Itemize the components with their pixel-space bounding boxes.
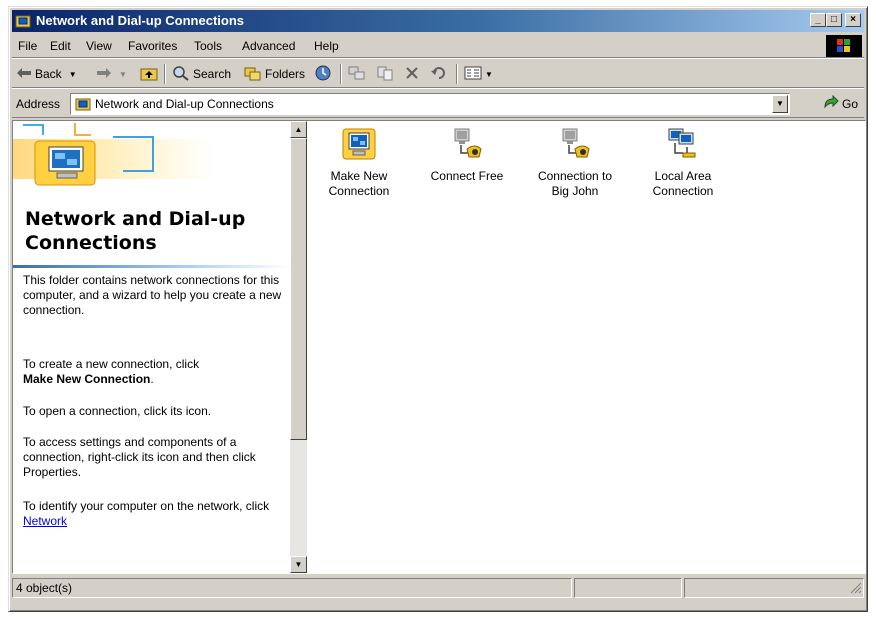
item-local-area-connection[interactable]: Local Area Connection [633,127,733,199]
menu-tools[interactable]: Tools [194,39,222,53]
up-folder-button[interactable] [140,64,158,84]
toolbar-separator [456,64,458,84]
copy-to-icon [376,65,394,84]
item-label-line2: Connection [652,184,714,198]
menu-advanced[interactable]: Advanced [242,39,295,53]
scroll-thumb[interactable] [290,138,307,440]
address-input[interactable]: Network and Dial-up Connections ▼ [70,93,790,115]
back-label: Back [35,67,62,81]
delete-icon [404,65,420,84]
chevron-down-icon: ▼ [119,69,127,79]
toolbar: Back ▼ ▼ Search Folders ▼ [12,60,864,88]
pane-open-hint: To open a connection, click its icon. [23,404,212,418]
go-button[interactable]: Go [823,94,858,112]
scroll-up-button[interactable]: ▲ [290,121,307,138]
dialup-connection-icon [562,128,590,158]
status-object-count: 4 object(s) [12,578,572,598]
address-label: Address [16,97,61,111]
pane-identify-hint: To identify your computer on the network… [23,499,285,529]
item-label-line1: Connect Free [430,169,504,183]
create-hint-period: . [150,372,154,386]
network-folder-icon [15,13,31,32]
menu-edit[interactable]: Edit [50,39,71,53]
history-button[interactable] [314,64,332,84]
title-bar[interactable]: Network and Dial-up Connections _ □ × [12,10,864,32]
content-area: Network and Dial-up Connections This fol… [12,120,866,574]
address-value: Network and Dial-up Connections [95,97,274,111]
address-dropdown-button[interactable]: ▼ [772,95,788,113]
make-new-connection-ref: Make New Connection [23,372,151,386]
back-arrow-icon [16,67,32,82]
create-hint-text: To create a new connection, click [23,357,200,371]
item-connection-big-john[interactable]: Connection to Big John [525,127,625,199]
explorer-window: Network and Dial-up Connections _ □ × Fi… [8,6,868,612]
forward-button[interactable]: ▼ [96,64,127,84]
views-icon [464,65,482,84]
network-folder-icon [75,96,91,115]
menu-favorites[interactable]: Favorites [128,39,177,53]
pane-properties-hint: To access settings and components of a c… [23,435,256,479]
chevron-down-icon: ▼ [68,69,77,79]
move-to-button[interactable] [348,64,366,84]
undo-button[interactable] [430,64,448,84]
close-button[interactable]: × [845,13,861,27]
pane-create-hint: To create a new connection, click Make N… [23,357,285,387]
search-icon [172,65,190,84]
menu-bar: File Edit View Favorites Tools Advanced … [12,34,864,58]
history-icon [314,64,332,85]
menu-view[interactable]: View [86,39,112,53]
scroll-down-button[interactable]: ▼ [290,556,307,573]
status-bar: 4 object(s) [12,577,864,599]
go-label: Go [841,96,858,111]
item-connect-free[interactable]: Connect Free [417,127,517,184]
connections-view: Make New Connection Connect Free Connect… [309,121,865,573]
folders-button[interactable]: Folders [244,64,305,84]
delete-button[interactable] [404,64,420,84]
go-arrow-icon [823,94,839,112]
up-folder-icon [140,65,158,84]
vertical-scrollbar[interactable]: ▲ ▼ [290,121,307,573]
status-panel-3 [684,578,864,598]
item-label-line2: Connection [328,184,390,198]
views-button[interactable]: ▼ [464,64,493,84]
menu-file[interactable]: File [18,39,37,53]
status-panel-2 [574,578,682,598]
menu-help[interactable]: Help [314,39,339,53]
item-label-line1: Connection to [537,169,613,183]
network-link[interactable]: Network [23,514,67,528]
item-label-line2: Big John [551,184,599,198]
maximize-button[interactable]: □ [826,13,842,27]
undo-icon [430,65,448,84]
item-label-line1: Local Area [654,169,712,183]
forward-arrow-icon [96,67,112,82]
item-label-line1: Make New [330,169,388,183]
move-to-icon [348,65,366,84]
make-new-connection-icon [342,128,376,160]
chevron-down-icon: ▼ [776,99,784,108]
toolbar-separator [340,64,342,84]
address-bar: Address Network and Dial-up Connections … [12,90,864,118]
pane-heading: Network and Dial-up Connections [25,208,246,254]
search-button[interactable]: Search [172,64,231,84]
copy-to-button[interactable] [376,64,394,84]
item-make-new-connection[interactable]: Make New Connection [309,127,409,199]
toolbar-separator [164,64,166,84]
window-title: Network and Dial-up Connections [36,13,245,28]
banner-graphic [13,121,290,201]
folders-label: Folders [265,67,306,81]
dialup-connection-icon [454,128,482,158]
info-pane: Network and Dial-up Connections This fol… [13,121,290,573]
identify-hint-text: To identify your computer on the network… [23,499,270,513]
search-label: Search [193,67,232,81]
folders-icon [244,65,262,84]
windows-logo-icon [826,35,862,57]
chevron-down-icon: ▼ [485,69,493,79]
back-button[interactable]: Back ▼ [16,64,77,84]
lan-connection-icon [668,128,696,158]
pane-description: This folder contains network connections… [23,273,282,317]
resize-grip-icon[interactable] [848,580,862,597]
minimize-button[interactable]: _ [810,13,826,27]
heading-divider [13,265,290,268]
